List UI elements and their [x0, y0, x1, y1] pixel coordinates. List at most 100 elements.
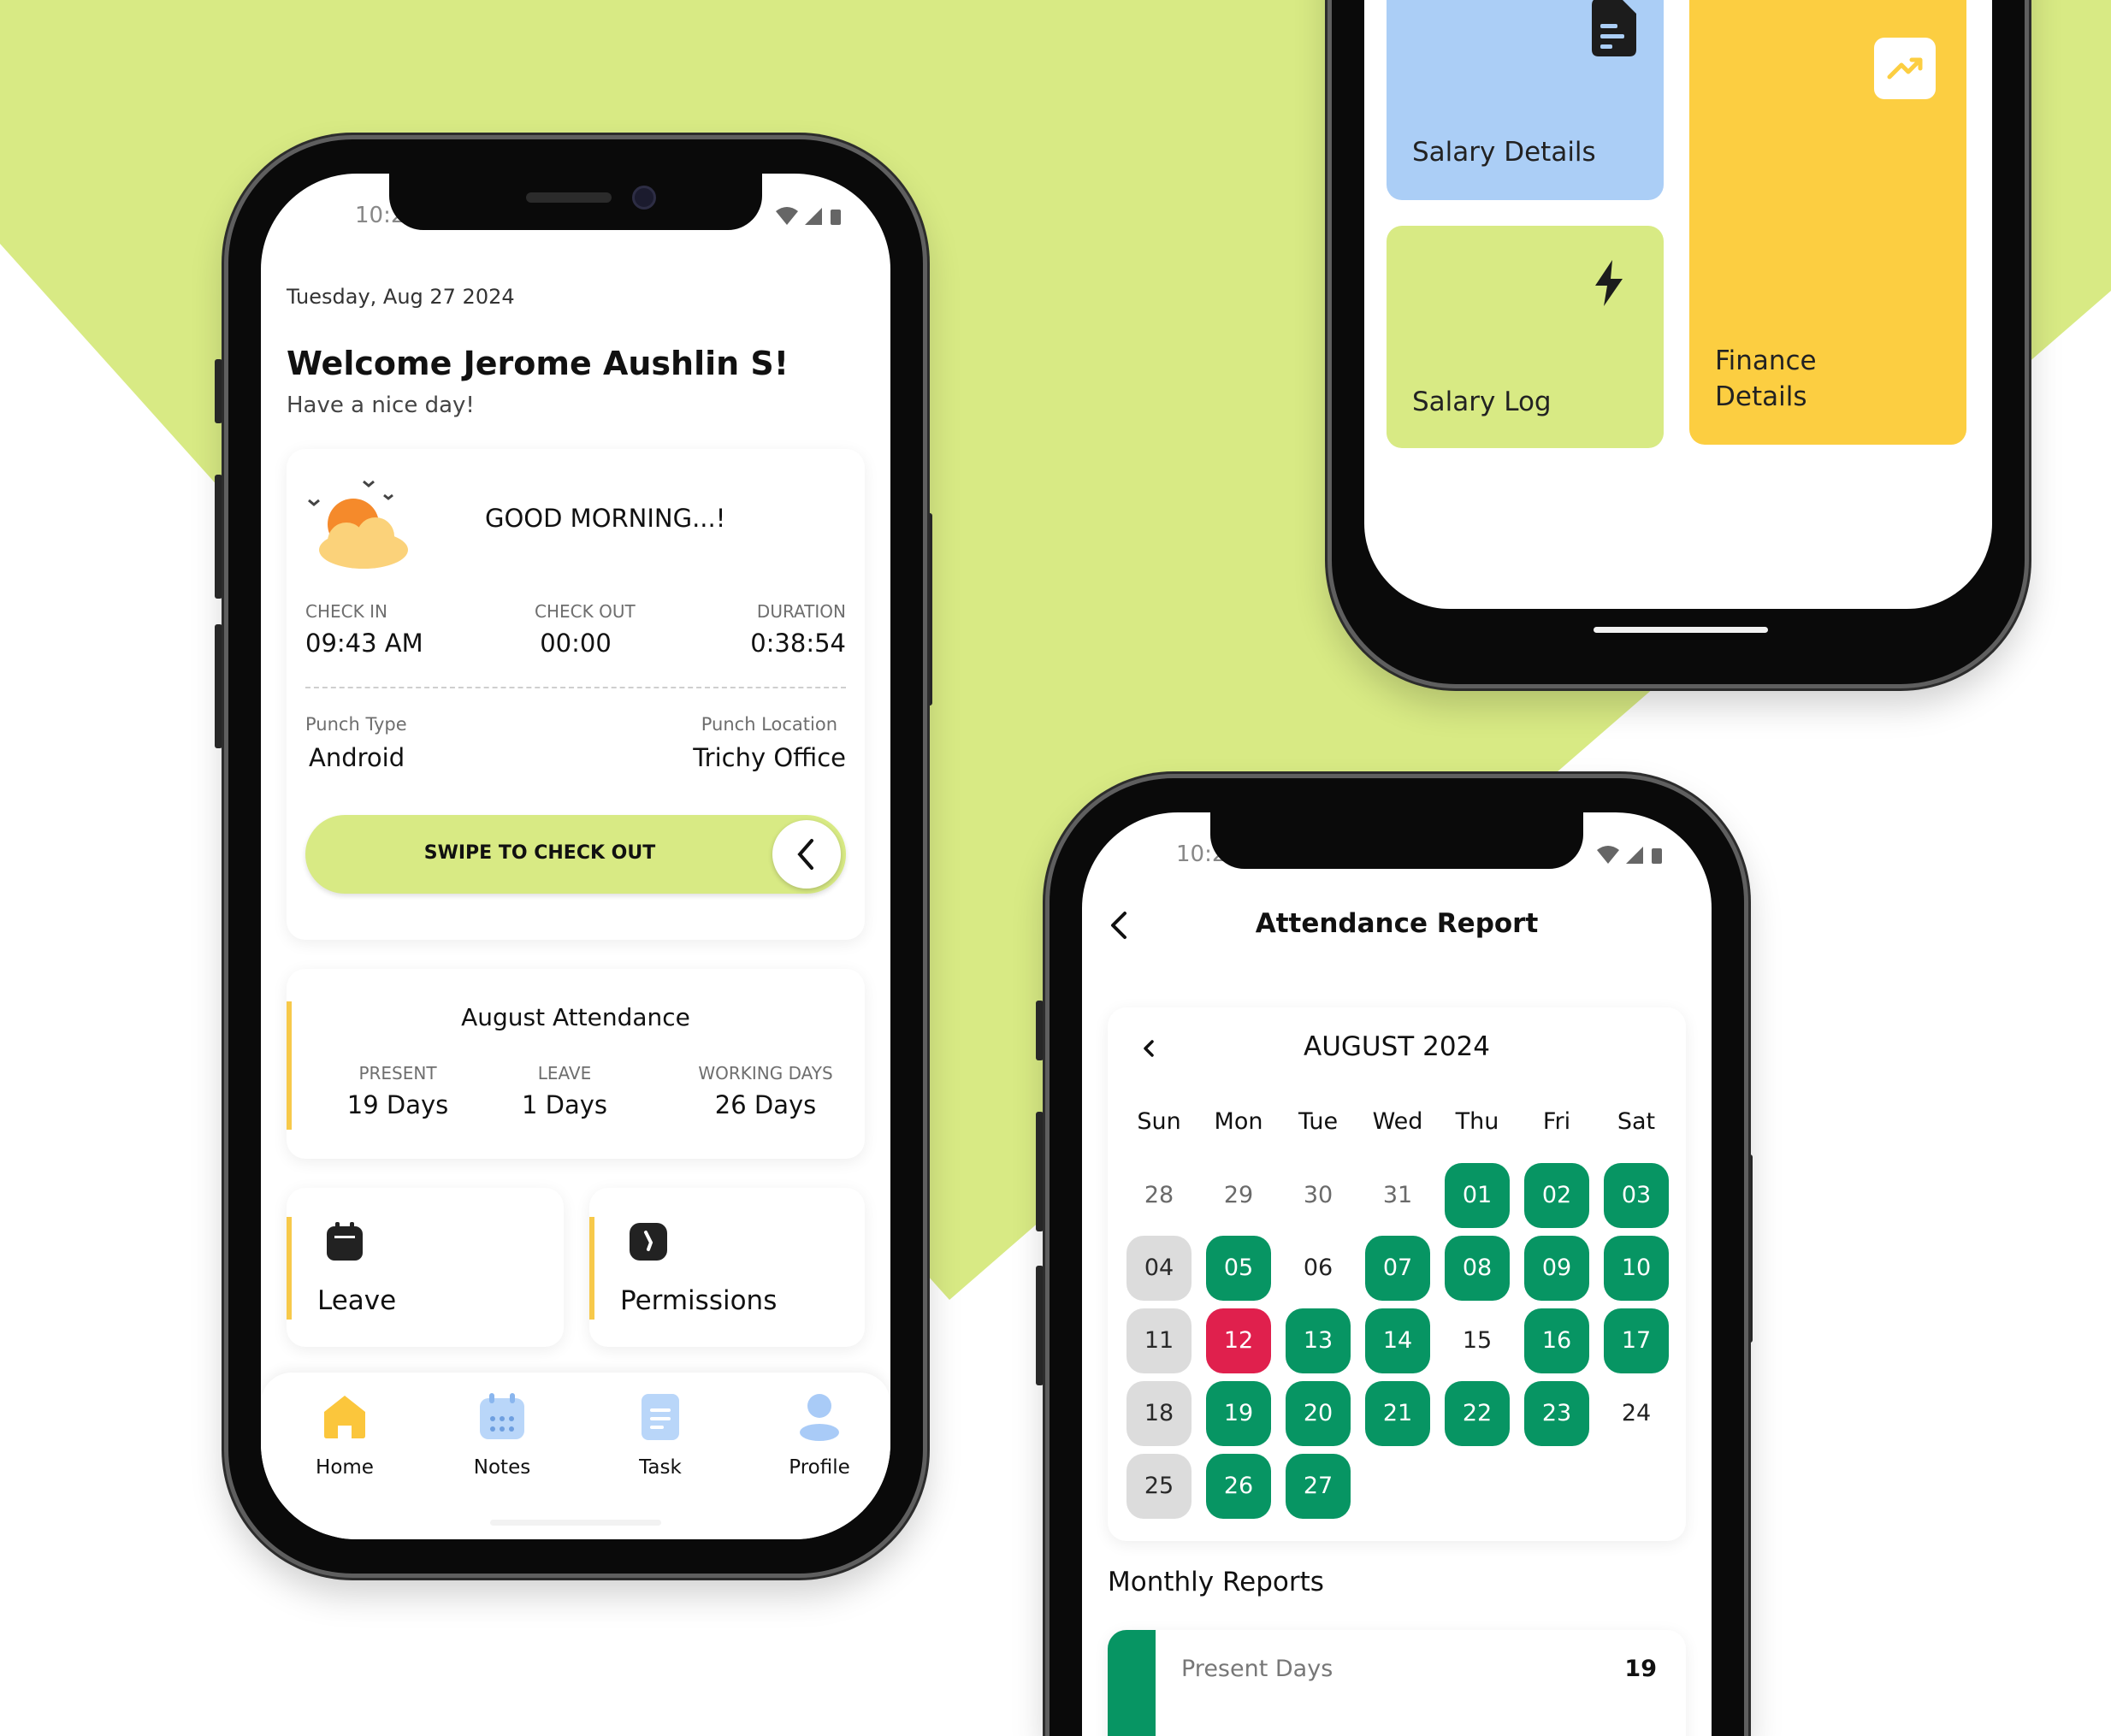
punch-location-label: Punch Location	[701, 714, 837, 735]
calendar-day[interactable]: 02	[1524, 1163, 1589, 1228]
calendar-day[interactable]: 05	[1206, 1236, 1271, 1301]
punch-type-label: Punch Type	[305, 714, 407, 735]
nav-task[interactable]: Task	[612, 1393, 706, 1487]
weekday-fri: Fri	[1542, 1108, 1571, 1135]
swipe-handle[interactable]	[772, 820, 841, 889]
finance-screen: Salary Details Salary Log Finance Detail…	[1364, 0, 1992, 609]
present-value: 19 Days	[346, 1090, 449, 1119]
nav-home-label: Home	[316, 1456, 374, 1479]
present-days-value: 19	[1624, 1656, 1657, 1682]
swipe-check-out-slider[interactable]: SWIPE TO CHECK OUT	[305, 815, 846, 894]
calendar-day[interactable]: 04	[1126, 1236, 1192, 1301]
calendar-day[interactable]: 15	[1445, 1308, 1510, 1373]
accent-bar	[287, 1217, 292, 1320]
weekday-thu: Thu	[1455, 1108, 1499, 1135]
report-phone: 10:2 Attendance Report AUGUST 2024 Sun Mo…	[1045, 774, 1748, 1736]
calendar-day[interactable]: 01	[1445, 1163, 1510, 1228]
calendar-day[interactable]: 03	[1604, 1163, 1669, 1228]
present-days-row[interactable]: Present Days 19	[1108, 1630, 1686, 1736]
calendar-day[interactable]: 08	[1445, 1236, 1510, 1301]
calendar-day[interactable]: 13	[1286, 1308, 1351, 1373]
calendar-day[interactable]: 28	[1126, 1163, 1192, 1228]
calendar-day[interactable]: 25	[1126, 1454, 1192, 1519]
phone-volume-down	[215, 624, 222, 748]
home-icon	[324, 1396, 365, 1438]
calendar-card: AUGUST 2024 Sun Mon Tue Wed Thu Fri Sat 28 29 30…	[1108, 1007, 1686, 1541]
lightning-icon	[1595, 260, 1623, 306]
calendar-day[interactable]: 23	[1524, 1381, 1589, 1446]
calendar-day[interactable]: 10	[1604, 1236, 1669, 1301]
phone-volume-up	[1036, 1112, 1044, 1231]
nav-profile[interactable]: Profile	[769, 1393, 872, 1487]
notch	[1210, 811, 1583, 869]
calendar-day[interactable]: 20	[1286, 1381, 1351, 1446]
check-out-value: 00:00	[540, 629, 612, 658]
monthly-reports-heading: Monthly Reports	[1108, 1567, 1324, 1597]
calendar-day[interactable]: 12	[1206, 1308, 1271, 1373]
calendar-day[interactable]: 11	[1126, 1308, 1192, 1373]
salary-details-label: Salary Details	[1412, 137, 1596, 168]
nav-notes-label: Notes	[473, 1456, 531, 1479]
calendar-day[interactable]: 16	[1524, 1308, 1589, 1373]
calendar-day[interactable]: 18	[1126, 1381, 1192, 1446]
calendar-day[interactable]: 21	[1365, 1381, 1430, 1446]
bottom-nav: Home Notes Task Profile	[261, 1373, 890, 1539]
signal-icon	[805, 208, 822, 225]
camera	[632, 186, 656, 210]
home-screen: 10:2 Tuesday, Aug 27 2024 Welcome Jerome…	[261, 174, 890, 1539]
calendar-day[interactable]: 07	[1365, 1236, 1430, 1301]
document-icon	[642, 1394, 679, 1440]
battery-icon	[1652, 848, 1662, 864]
permissions-tile[interactable]: Permissions	[589, 1188, 865, 1347]
greeting-text: GOOD MORNING...!	[485, 504, 726, 533]
calendar-day[interactable]: 27	[1286, 1454, 1351, 1519]
check-out-label: CHECK OUT	[535, 601, 636, 622]
phone-volume-down	[1036, 1266, 1044, 1385]
calendar-day[interactable]: 24	[1604, 1381, 1669, 1446]
phone-mute-switch	[1036, 1001, 1044, 1060]
punch-card: GOOD MORNING...! CHECK IN 09:43 AM CHECK…	[287, 449, 865, 940]
leave-tile[interactable]: Leave	[287, 1188, 564, 1347]
calendar-day[interactable]: 22	[1445, 1381, 1510, 1446]
weekday-sat: Sat	[1617, 1108, 1656, 1135]
present-color-marker	[1108, 1630, 1156, 1736]
nav-profile-label: Profile	[789, 1456, 850, 1479]
nav-notes[interactable]: Notes	[454, 1393, 548, 1487]
calendar-day[interactable]: 19	[1206, 1381, 1271, 1446]
accent-bar	[589, 1217, 594, 1320]
punch-type-value: Android	[309, 743, 405, 772]
calendar-day[interactable]: 09	[1524, 1236, 1589, 1301]
finance-phone: Salary Details Salary Log Finance Detail…	[1328, 0, 2029, 688]
calendar-day[interactable]: 06	[1286, 1236, 1351, 1301]
punch-location-value: Trichy Office	[693, 743, 846, 772]
home-indicator	[490, 1520, 661, 1526]
duration-label: DURATION	[756, 601, 846, 622]
salary-details-tile[interactable]: Salary Details	[1387, 0, 1664, 200]
calendar-day[interactable]: 26	[1206, 1454, 1271, 1519]
calendar-day[interactable]: 31	[1365, 1163, 1430, 1228]
calendar-day[interactable]: 29	[1206, 1163, 1271, 1228]
chevron-left-icon	[797, 839, 813, 870]
phone-mute-switch	[215, 359, 222, 423]
dashed-divider	[305, 687, 846, 688]
salary-log-label: Salary Log	[1412, 387, 1552, 417]
wifi-icon	[776, 207, 798, 225]
page-title: Attendance Report	[1255, 908, 1539, 939]
salary-log-tile[interactable]: Salary Log	[1387, 226, 1664, 448]
speaker	[526, 192, 612, 203]
weather-sun-cloud-icon	[308, 480, 408, 569]
home-indicator	[1594, 627, 1768, 633]
trending-up-icon	[1874, 38, 1936, 99]
calendar-day[interactable]: 17	[1604, 1308, 1669, 1373]
august-attendance-card[interactable]: August Attendance PRESENT 19 Days LEAVE …	[287, 969, 865, 1159]
status-icons	[776, 207, 841, 225]
nav-home[interactable]: Home	[295, 1393, 389, 1487]
calendar-day[interactable]: 14	[1365, 1308, 1430, 1373]
finance-details-tile[interactable]: Finance Details	[1689, 0, 1966, 445]
phone-volume-up	[215, 475, 222, 599]
welcome-subtitle: Have a nice day!	[287, 393, 475, 418]
leave-tile-label: Leave	[317, 1285, 397, 1316]
date-text: Tuesday, Aug 27 2024	[287, 285, 515, 309]
leave-label: LEAVE	[537, 1063, 592, 1084]
calendar-day[interactable]: 30	[1286, 1163, 1351, 1228]
